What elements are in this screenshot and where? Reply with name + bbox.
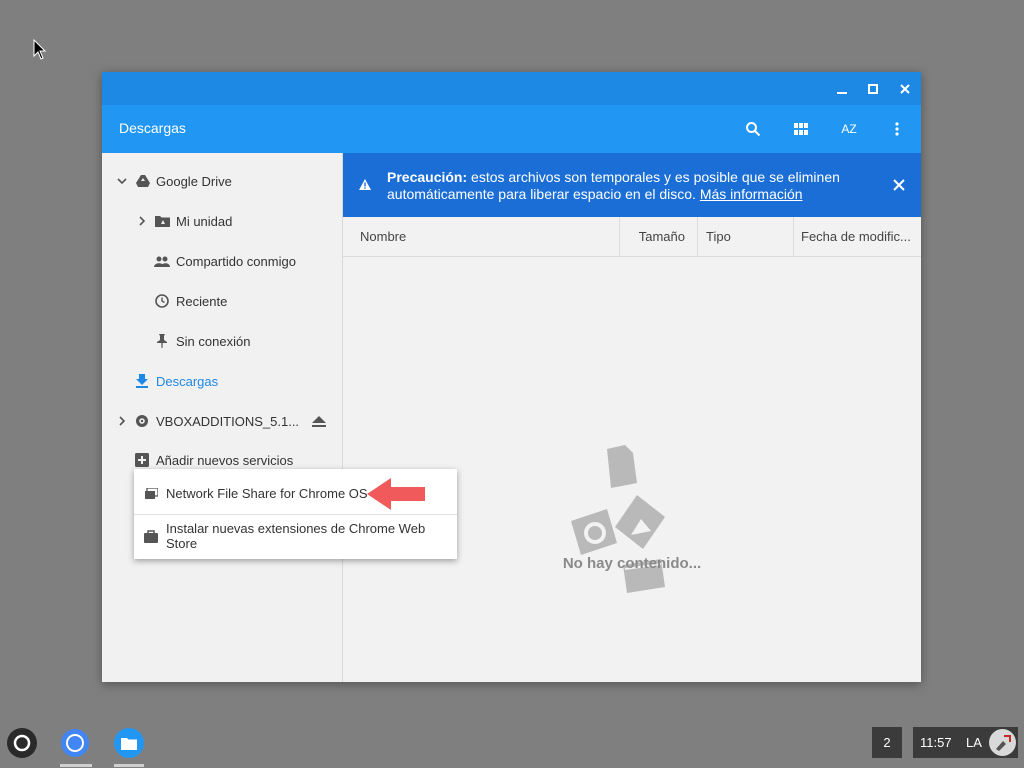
sidebar-item-google-drive[interactable]: Google Drive: [102, 161, 342, 201]
file-list-area: Precaución: estos archivos son temporale…: [343, 153, 921, 682]
maximize-icon: [868, 83, 878, 94]
folder-drive-icon: [154, 213, 170, 229]
banner-bold: Precaución:: [387, 169, 468, 185]
banner-text: Precaución: estos archivos son temporale…: [387, 169, 857, 203]
sidebar-item-mi-unidad[interactable]: Mi unidad: [102, 201, 342, 241]
sort-button[interactable]: AZ: [831, 111, 867, 147]
status-tray[interactable]: 11:57 LA: [913, 727, 1018, 758]
pin-icon: [154, 333, 170, 349]
annotation-arrow-icon: [367, 478, 425, 510]
sidebar-item-label: Añadir nuevos servicios: [156, 452, 294, 468]
menu-item-label: Network File Share for Chrome OS: [166, 485, 368, 501]
user-avatar: [989, 729, 1016, 756]
menu-item-label: Instalar nuevas extensiones de Chrome We…: [166, 521, 426, 551]
sidebar-item-label: Reciente: [176, 293, 228, 309]
sidebar-item-sin-conexion[interactable]: Sin conexión: [102, 321, 342, 361]
minimize-button[interactable]: [827, 72, 857, 105]
sidebar-item-label: Mi unidad: [176, 213, 233, 229]
grid-view-button[interactable]: [783, 111, 819, 147]
grid-view-icon: [794, 123, 808, 135]
column-header-size[interactable]: Tamaño: [620, 217, 698, 256]
maximize-button[interactable]: [858, 72, 888, 105]
sidebar-item-label: Google Drive: [156, 173, 232, 189]
sidebar-item-compartido-conmigo[interactable]: Compartido conmigo: [102, 241, 342, 281]
add-box-icon: [134, 452, 150, 468]
chevron-right-icon[interactable]: [136, 215, 148, 227]
more-info-link[interactable]: Más información: [700, 186, 803, 202]
column-header-row: Nombre Tamaño Tipo Fecha de modific...: [343, 217, 921, 257]
sidebar-item-label: Compartido conmigo: [176, 253, 296, 269]
more-options-button[interactable]: [879, 111, 915, 147]
column-header-type[interactable]: Tipo: [698, 217, 794, 256]
sidebar-item-label: Sin conexión: [176, 333, 251, 349]
search-button[interactable]: [735, 111, 771, 147]
close-icon: [900, 83, 910, 94]
sort-icon: AZ: [841, 122, 857, 136]
title-bar: [102, 72, 921, 105]
sidebar-item-label: Descargas: [156, 373, 219, 389]
chevron-right-icon[interactable]: [116, 415, 128, 427]
app-title: Descargas: [119, 120, 186, 136]
close-window-button[interactable]: [890, 72, 920, 105]
warning-banner: Precaución: estos archivos son temporale…: [343, 153, 921, 217]
files-shelf-button[interactable]: [114, 728, 144, 758]
google-drive-icon: [135, 173, 151, 189]
disc-icon: [134, 413, 150, 429]
notification-count-badge[interactable]: 2: [872, 727, 902, 758]
download-icon: [134, 373, 150, 389]
watermark-logo-icon: [995, 734, 1011, 751]
column-header-date[interactable]: Fecha de modific...: [794, 217, 921, 256]
eject-icon[interactable]: [311, 413, 327, 429]
app-toolbar: Descargas AZ: [102, 105, 921, 153]
folder-icon: [121, 737, 137, 750]
sidebar-item-vboxadditions[interactable]: VBOXADDITIONS_5.1...: [102, 401, 342, 441]
launcher-icon: [13, 734, 31, 752]
sidebar: Google Drive Mi unidad Compartido conmig…: [102, 153, 343, 682]
sidebar-item-label: VBOXADDITIONS_5.1...: [156, 413, 300, 429]
web-store-icon: [143, 528, 159, 544]
chrome-icon: [61, 729, 89, 757]
launcher-button[interactable]: [7, 728, 37, 758]
empty-folder-illustration-icon: [571, 445, 665, 593]
minimize-icon: [837, 91, 847, 94]
chrome-shelf-button[interactable]: [59, 727, 91, 759]
sidebar-item-descargas[interactable]: Descargas: [102, 361, 342, 401]
sidebar-item-reciente[interactable]: Reciente: [102, 281, 342, 321]
chrome-running-indicator: [60, 764, 92, 767]
column-header-name[interactable]: Nombre: [343, 217, 620, 256]
close-icon: [893, 179, 905, 191]
ime-indicator: LA: [966, 735, 982, 750]
chevron-down-icon[interactable]: [116, 175, 128, 187]
warning-icon: [359, 179, 371, 190]
dismiss-banner-button[interactable]: [891, 177, 907, 193]
more-vert-icon: [895, 122, 899, 136]
menu-item-web-store[interactable]: Instalar nuevas extensiones de Chrome We…: [134, 515, 457, 557]
people-icon: [154, 253, 170, 269]
clock-time: 11:57: [920, 735, 952, 750]
mouse-cursor-icon: [33, 39, 47, 60]
files-running-indicator: [114, 764, 144, 767]
network-share-icon: [143, 485, 159, 501]
clock-icon: [154, 293, 170, 309]
search-icon: [746, 122, 761, 137]
files-app-window: Descargas AZ Google Drive Mi unidad Comp…: [102, 72, 921, 682]
